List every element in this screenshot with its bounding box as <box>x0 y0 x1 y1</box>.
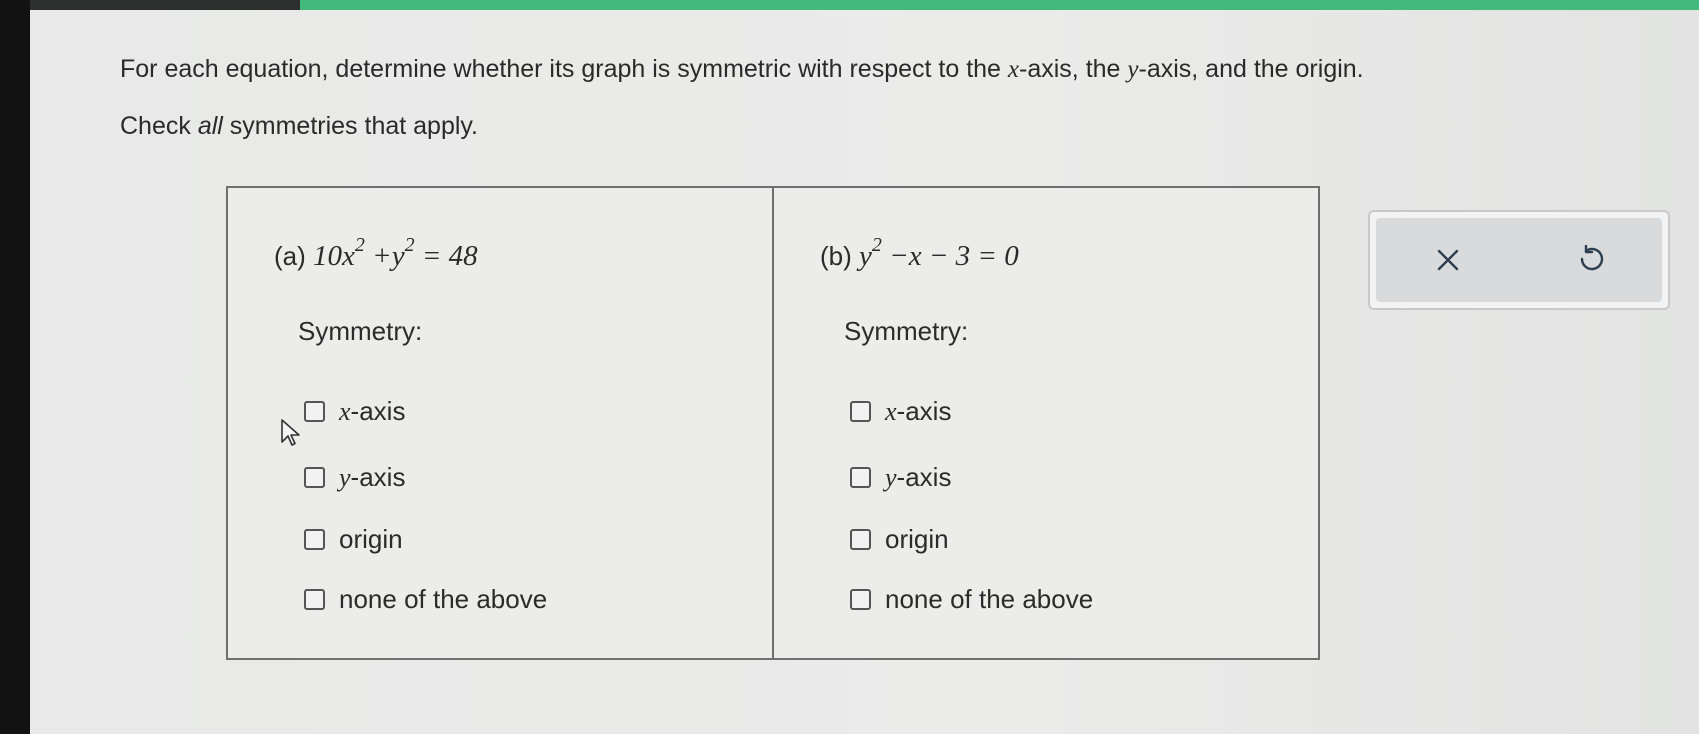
action-panel <box>1368 210 1670 310</box>
part-b-option-none[interactable]: none of the above <box>850 584 1093 615</box>
part-a-cell: (a) 10x2 +y2 = 48 Symmetry: x -axis y -axi… <box>228 188 772 658</box>
screen-bezel <box>0 0 30 734</box>
part-b-option-origin[interactable]: origin <box>850 524 949 555</box>
mouse-cursor-icon <box>281 419 300 446</box>
checkbox[interactable] <box>304 589 325 610</box>
part-b-option-x-axis[interactable]: x -axis <box>850 396 951 427</box>
part-b-option-y-axis[interactable]: y -axis <box>850 462 951 493</box>
checkbox[interactable] <box>304 401 325 422</box>
part-a-equation: (a) 10x2 +y2 = 48 <box>274 234 478 272</box>
answer-table: (a) 10x2 +y2 = 48 Symmetry: x -axis y -axi… <box>226 186 1320 660</box>
emphasis-all: all <box>197 112 223 140</box>
part-a-option-origin[interactable]: origin <box>304 524 403 555</box>
checkbox[interactable] <box>304 529 325 550</box>
part-b-symmetry-label: Symmetry: <box>844 316 969 346</box>
y-variable: y <box>1127 56 1139 83</box>
part-a-option-y-axis[interactable]: y -axis <box>304 462 405 493</box>
part-b-cell: (b) y2 −x − 3 = 0 Symmetry: x -axis y -axi… <box>772 188 1318 658</box>
undo-button[interactable] <box>1561 230 1621 290</box>
checkbox[interactable] <box>850 467 871 488</box>
x-variable: x <box>1007 56 1020 83</box>
clear-button[interactable] <box>1418 230 1478 290</box>
part-a-option-none[interactable]: none of the above <box>304 584 547 615</box>
checkbox[interactable] <box>304 467 325 488</box>
part-b-equation: (b) y2 −x − 3 = 0 <box>820 234 1019 272</box>
top-bar-dark <box>30 0 300 10</box>
top-bar-accent <box>300 0 1699 10</box>
undo-icon <box>1580 245 1603 271</box>
checkbox[interactable] <box>850 589 871 610</box>
part-a-option-x-axis[interactable]: x -axis <box>304 396 405 427</box>
instruction-line-1: For each equation, determine whether its… <box>120 55 1364 83</box>
instruction-line-2: Check all symmetries that apply. <box>120 112 479 140</box>
checkbox[interactable] <box>850 401 871 422</box>
close-icon <box>1437 249 1458 271</box>
checkbox[interactable] <box>850 529 871 550</box>
part-a-symmetry-label: Symmetry: <box>298 316 423 346</box>
